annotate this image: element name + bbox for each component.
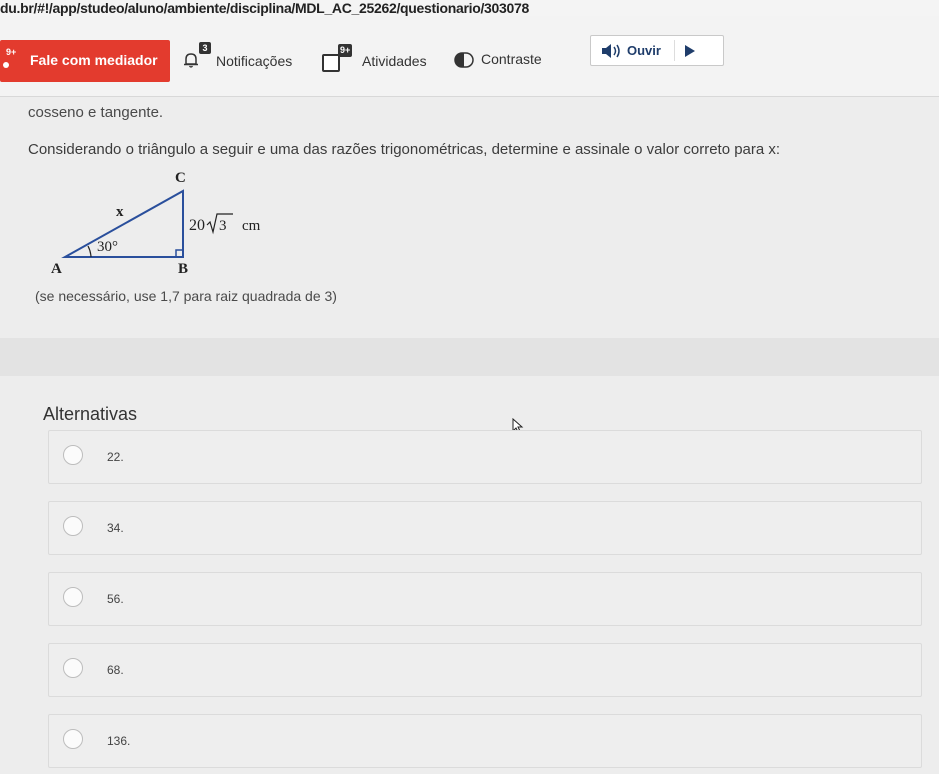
activities-icon (322, 54, 340, 72)
section-divider (0, 338, 939, 376)
mediator-button[interactable]: 9+ Fale com mediador (0, 40, 170, 82)
alternatives-title: Alternativas (43, 404, 138, 424)
listen-divider (674, 40, 675, 61)
notifications-badge: 3 (199, 42, 211, 54)
option-label: 34. (107, 521, 124, 535)
notifications-label: Notificações (216, 53, 293, 69)
option-label: 56. (107, 592, 124, 606)
activities-badge: 9+ (338, 44, 353, 57)
option-136[interactable]: 136. (48, 714, 922, 768)
option-label: 136. (107, 734, 131, 748)
contrast-label: Contraste (481, 51, 542, 67)
side-unit: cm (242, 218, 261, 234)
side-radicand: 3 (219, 218, 227, 234)
browser-url-text: du.br/#!/app/studeo/aluno/ambiente/disci… (0, 0, 529, 16)
option-radio[interactable] (63, 445, 83, 465)
activities-label: Atividades (362, 53, 427, 69)
option-22[interactable]: 22. (48, 430, 922, 484)
listen-button[interactable]: Ouvir (590, 35, 724, 66)
bell-icon (184, 53, 198, 68)
mediator-badge: 9+ (6, 47, 17, 57)
angle-label: 30° (97, 239, 118, 255)
browser-url-bar[interactable]: du.br/#!/app/studeo/aluno/ambiente/disci… (0, 0, 939, 16)
option-68[interactable]: 68. (48, 643, 922, 697)
speaker-icon (602, 44, 620, 58)
question-intro-text: cosseno e tangente. (28, 104, 164, 121)
option-56[interactable]: 56. (48, 572, 922, 626)
contrast-icon (454, 52, 474, 68)
top-toolbar: 9+ Fale com mediador 3 Notificações 9+ A… (0, 16, 939, 97)
side-value: 20 (189, 217, 205, 234)
play-icon[interactable] (685, 45, 695, 57)
option-radio[interactable] (63, 729, 83, 749)
hypotenuse-label: x (116, 204, 124, 220)
listen-label: Ouvir (627, 43, 661, 58)
option-radio[interactable] (63, 516, 83, 536)
option-label: 22. (107, 450, 124, 464)
vertex-c-label: C (175, 170, 186, 186)
question-content: cosseno e tangente. Considerando o triân… (0, 97, 939, 774)
option-label: 68. (107, 663, 124, 677)
mediator-label: Fale com mediador (30, 52, 158, 68)
vertex-a-label: A (51, 261, 62, 277)
vertex-b-label: B (178, 261, 188, 277)
question-prompt: Considerando o triângulo a seguir e uma … (28, 141, 781, 158)
question-hint: (se necessário, use 1,7 para raiz quadra… (35, 288, 337, 304)
option-radio[interactable] (63, 658, 83, 678)
option-radio[interactable] (63, 587, 83, 607)
chat-icon (3, 62, 9, 68)
triangle-figure: C A B x 30° 20 3 cm (51, 170, 261, 277)
option-34[interactable]: 34. (48, 501, 922, 555)
